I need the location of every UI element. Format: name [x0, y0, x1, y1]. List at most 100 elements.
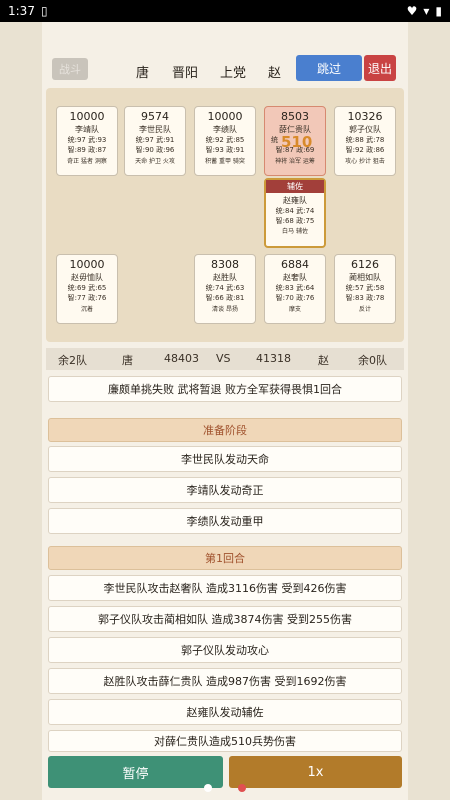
unit-traits: 攻心 抄计 狙击: [345, 158, 385, 165]
unit-traits: 白马 辅佐: [282, 228, 308, 235]
unit-stat-1: 统:97 武:91: [135, 136, 175, 144]
battle-summary: 余2队 唐 48403 VS 41318 赵 余0队: [46, 348, 404, 370]
unit-stat-2: 智:70 政:76: [275, 294, 315, 302]
clipboard-icon: ▯: [40, 4, 48, 18]
unit-troops: 6884: [281, 258, 309, 271]
unit-traits: 摩支: [288, 306, 301, 313]
left-total: 48403: [164, 352, 199, 365]
skip-button[interactable]: 跳过: [296, 55, 362, 81]
unit-card[interactable]: 9574 李世民队 统:97 武:91 智:90 政:96 天命 护卫 火攻: [124, 106, 186, 176]
speed-button[interactable]: 1x: [229, 756, 402, 788]
unit-stat-1: 统:74 武:63: [205, 284, 245, 292]
support-card[interactable]: 辅佐 赵雍队 统:84 武:74 智:68 政:75 白马 辅佐: [264, 178, 326, 248]
left-margin: [0, 22, 42, 800]
log-entry: 李靖队发动奇正: [48, 477, 402, 503]
phase-header-prep: 准备阶段: [48, 418, 402, 442]
top-bar: 战斗 唐 晋阳 上党 赵 跳过 退出: [42, 52, 408, 86]
right-remaining: 余0队: [358, 354, 387, 367]
unit-card[interactable]: 10000 赵毋恤队 统:69 武:65 智:77 政:76 沉着: [56, 254, 118, 324]
unit-card[interactable]: 10000 李绩队 统:92 武:85 智:93 政:91 积蓄 重甲 骑突: [194, 106, 256, 176]
unit-troops: 10000: [69, 110, 105, 123]
right-margin: [408, 22, 450, 800]
duel-result: 廉颇单挑失败 武将暂退 败方全军获得畏惧1回合: [48, 376, 402, 402]
unit-traits: 天命 护卫 火攻: [135, 158, 175, 165]
exit-button[interactable]: 退出: [364, 55, 396, 81]
unit-name: 蔺相如队: [349, 273, 381, 282]
unit-stat-1: 统:84 武:74: [275, 207, 315, 215]
unit-troops: 6126: [351, 258, 379, 271]
status-bar: 1:37 ▯ ♥ ▾ ▮: [0, 0, 450, 22]
unit-card[interactable]: 10326 郭子仪队 统:88 武:78 智:92 政:86 攻心 抄计 狙击: [334, 106, 396, 176]
unit-name: 赵胜队: [213, 273, 237, 282]
unit-stat-2: 智:89 政:87: [67, 146, 107, 154]
log-entry: 对薛仁贵队造成510兵势伤害: [48, 730, 402, 752]
unit-stat-2: 智:68 政:75: [275, 217, 315, 225]
unit-name: 赵雍队: [283, 196, 307, 205]
page-indicator-dot-active: [238, 784, 246, 792]
log-entry: 赵雍队发动辅佐: [48, 699, 402, 725]
unit-name: 赵毋恤队: [71, 273, 103, 282]
battle-panel: 战斗 唐 晋阳 上党 赵 跳过 退出 10000 李靖队 统:97 武:93 智…: [42, 22, 408, 800]
page-indicator-dot: [204, 784, 212, 792]
right-total: 41318: [256, 352, 291, 365]
unit-stat-2: 智:92 政:86: [345, 146, 385, 154]
left-remaining: 余2队: [58, 354, 87, 367]
unit-card[interactable]: 10000 李靖队 统:97 武:93 智:89 政:87 奇正 猛者 洞察: [56, 106, 118, 176]
unit-traits: 清谈 昂扬: [212, 306, 238, 313]
unit-card-targeted[interactable]: 8503 薛仁贵队 统 智:87 政:69 神将 治军 运筹 510: [264, 106, 326, 176]
unit-troops: 10326: [347, 110, 383, 123]
log-entry: 郭子仪队发动攻心: [48, 637, 402, 663]
battery-icon: ▮: [435, 4, 442, 18]
unit-stat-1: 统:97 武:93: [67, 136, 107, 144]
faction-jinyang: 晋阳: [172, 66, 199, 81]
vs-label: VS: [216, 352, 231, 365]
unit-card[interactable]: 6126 蔺相如队 统:57 武:58 智:83 政:78 反计: [334, 254, 396, 324]
unit-stat-2: 智:77 政:76: [67, 294, 107, 302]
wifi-icon: ▾: [423, 4, 430, 18]
status-time: 1:37: [8, 4, 35, 18]
unit-traits: 反计: [358, 306, 371, 313]
faction-zhao: 赵: [268, 66, 282, 81]
unit-traits: 沉着: [80, 306, 93, 313]
log-entry: 郭子仪队攻击蔺相如队 造成3874伤害 受到255伤害: [48, 606, 402, 632]
log-entry: 赵胜队攻击薛仁贵队 造成987伤害 受到1692伤害: [48, 668, 402, 694]
unit-stat-1: 统:92 武:85: [205, 136, 245, 144]
faction-shangdang: 上党: [220, 66, 247, 81]
unit-name: 赵奢队: [283, 273, 307, 282]
unit-troops: 8503: [281, 110, 309, 123]
unit-name: 李靖队: [75, 125, 99, 134]
left-faction: 唐: [122, 354, 133, 367]
log-entry: 李绩队发动重甲: [48, 508, 402, 534]
battle-button[interactable]: 战斗: [52, 58, 88, 80]
unit-traits: 积蓄 重甲 骑突: [205, 158, 245, 165]
unit-name: 郭子仪队: [349, 125, 381, 134]
faction-tang: 唐: [136, 66, 150, 81]
unit-troops: 8308: [211, 258, 239, 271]
unit-stat-1: 统:57 武:58: [345, 284, 385, 292]
unit-troops: 9574: [141, 110, 169, 123]
unit-stat-2: 智:90 政:96: [135, 146, 175, 154]
log-entry: 李世民队攻击赵奢队 造成3116伤害 受到426伤害: [48, 575, 402, 601]
unit-card[interactable]: 6884 赵奢队 统:83 武:64 智:70 政:76 摩支: [264, 254, 326, 324]
phase-header-round1: 第1回合: [48, 546, 402, 570]
unit-troops: 10000: [69, 258, 105, 271]
unit-stat-2: 智:93 政:91: [205, 146, 245, 154]
unit-stat-2: 智:66 政:81: [205, 294, 245, 302]
pause-button[interactable]: 暂停: [48, 756, 223, 788]
unit-name: 李世民队: [139, 125, 171, 134]
support-header: 辅佐: [266, 180, 324, 193]
unit-name: 李绩队: [213, 125, 237, 134]
unit-card[interactable]: 8308 赵胜队 统:74 武:63 智:66 政:81 清谈 昂扬: [194, 254, 256, 324]
heart-icon: ♥: [406, 4, 418, 18]
unit-traits: 奇正 猛者 洞察: [67, 158, 107, 165]
unit-stat-1: 统:69 武:65: [67, 284, 107, 292]
right-faction: 赵: [318, 354, 329, 367]
log-entry: 李世民队发动天命: [48, 446, 402, 472]
damage-popup: 510: [281, 133, 313, 151]
unit-stat-1: 统:88 武:78: [345, 136, 385, 144]
unit-stat-2: 智:83 政:78: [345, 294, 385, 302]
unit-stat-1: 统:83 武:64: [275, 284, 315, 292]
unit-traits: 神将 治军 运筹: [275, 158, 315, 165]
unit-troops: 10000: [207, 110, 243, 123]
battle-board: 10000 李靖队 统:97 武:93 智:89 政:87 奇正 猛者 洞察 9…: [46, 88, 404, 342]
